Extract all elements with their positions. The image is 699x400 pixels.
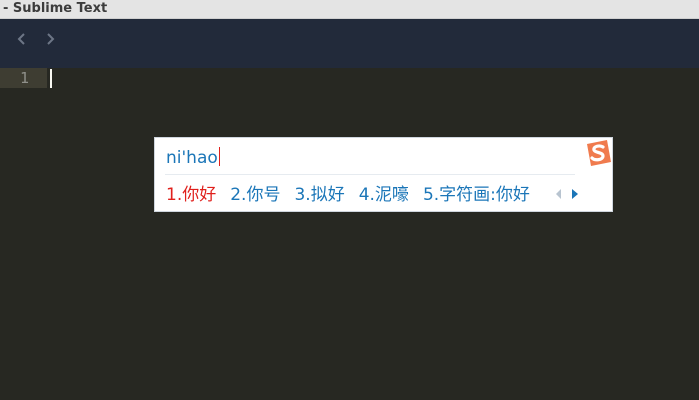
window-title: - Sublime Text	[3, 1, 108, 16]
ime-cursor	[218, 147, 220, 166]
line-number: 1	[19, 69, 29, 87]
ime-input-text: ni'hao	[166, 148, 218, 168]
candidate-list: 1.你好 2.你号 3.拟好 4.泥嚎 5.字符画:你好	[166, 183, 544, 207]
ime-separator	[165, 174, 575, 175]
candidate-item-4[interactable]: 4.泥嚎	[359, 183, 409, 207]
triangle-left-icon[interactable]	[554, 186, 564, 202]
candidate-item-1[interactable]: 1.你好	[166, 183, 216, 207]
candidate-item-5[interactable]: 5.字符画:你好	[423, 183, 530, 207]
gutter-active-line: 1	[0, 68, 47, 88]
ime-composition: ni'hao	[166, 147, 220, 169]
text-caret	[50, 69, 52, 88]
triangle-right-icon[interactable]	[570, 186, 580, 202]
ime-candidate-window: ni'hao 1.你好 2.你号 3.拟好 4.泥嚎 5.字符画:你好	[154, 137, 613, 212]
chevron-right-icon[interactable]	[42, 29, 58, 49]
candidate-item-2[interactable]: 2.你号	[230, 183, 280, 207]
chevron-left-icon[interactable]	[14, 29, 30, 49]
candidate-page-arrows	[554, 186, 582, 202]
editor-area[interactable]: 1	[0, 68, 699, 400]
sogou-s-logo-icon[interactable]	[583, 138, 613, 168]
title-bar: - Sublime Text	[0, 0, 699, 19]
tab-bar	[0, 19, 699, 68]
candidate-item-3[interactable]: 3.拟好	[294, 183, 344, 207]
